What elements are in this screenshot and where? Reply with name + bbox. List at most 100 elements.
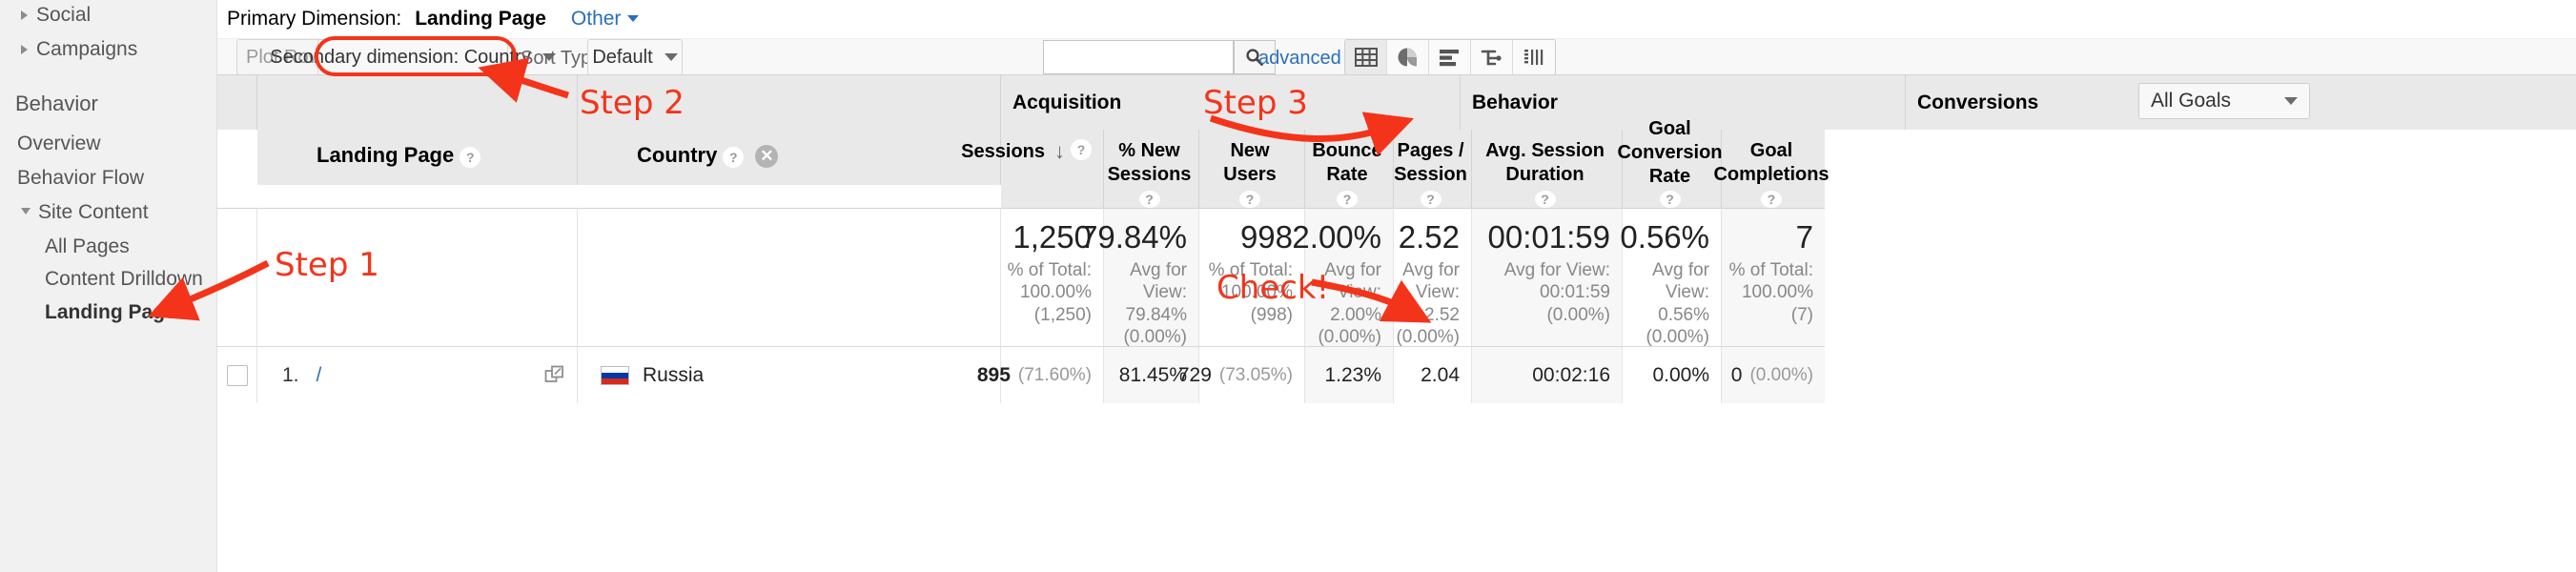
annotation-step-1: Step 1 [275,246,379,284]
pie-chart-view-icon[interactable] [1387,40,1429,74]
metric-header-new-users[interactable]: New Users ? [1199,130,1305,208]
dimension-header-landing-page[interactable]: Landing Page ? [257,74,578,185]
annotation-step-2: Step 2 [580,84,685,122]
open-in-new-icon[interactable] [544,365,565,386]
dimension-label: Landing Page [317,143,454,168]
metric-header-pages-per-session[interactable]: Pages / Session ? [1394,130,1472,208]
sidebar-item-all-pages[interactable]: All Pages [0,235,217,258]
help-icon[interactable]: ? [1239,191,1260,208]
metric-label: Avg. Session Duration [1485,139,1605,187]
sidebar-item-behavior-flow[interactable]: Behavior Flow [0,167,217,190]
goal-select[interactable]: All Goals [2138,83,2310,119]
help-icon[interactable]: ? [460,147,480,168]
other-label: Other [571,8,622,30]
cell-value: 1.23% [1324,364,1381,387]
help-icon[interactable]: ? [723,147,744,168]
remove-secondary-dimension-icon[interactable]: ✕ [755,145,778,168]
sidebar-item-label: Campaigns [36,38,137,61]
cell-value: 2.04 [1421,364,1460,387]
table-grid-icon [1354,46,1379,69]
sidebar-item-social[interactable]: Social [0,4,217,27]
row-new-users: 729 (73.05%) [1199,346,1305,403]
summary-value: 00:01:59 [1488,220,1610,255]
comparison-icon [1480,46,1504,69]
cell-value: 0.00% [1652,364,1709,387]
chevron-down-icon [627,15,639,22]
chevron-right-icon [21,10,28,20]
sidebar-item-label: All Pages [45,235,130,258]
primary-dimension-label: Primary Dimension: [227,8,401,31]
pie-chart-icon [1396,46,1421,69]
russia-flag-icon [601,366,629,385]
sidebar-item-landing-pages[interactable]: Landing Pages [0,301,217,324]
row-country-cell: Russia [578,346,1001,403]
group-label: Acquisition [1012,92,1121,114]
row-bounce-rate: 1.23% [1305,346,1394,403]
sidebar-item-label: Content Drilldown [45,268,203,291]
report-table: Landing Page ? Country ? ✕ Acquisition B… [217,74,2576,130]
summary-blank-select [217,208,257,346]
annotation-step-3: Step 3 [1203,84,1308,122]
row-index: 1. [282,364,299,387]
help-icon[interactable]: ? [1071,139,1092,160]
help-icon[interactable]: ? [1761,191,1782,208]
cell-value: 729 [1178,364,1212,387]
metric-label: Pages / Session [1394,139,1467,187]
sidebar-section-behavior: Behavior [0,92,217,116]
metric-label: Bounce Rate [1312,139,1381,187]
primary-dimension-other[interactable]: Other [571,8,640,31]
performance-bar-view-icon[interactable] [1429,40,1471,74]
help-icon[interactable]: ? [1421,191,1441,208]
metric-header-pct-new-sessions[interactable]: % New Sessions ? [1104,130,1199,208]
row-landing-page-cell: 1. / [257,346,578,403]
select-all-cell [217,74,257,130]
summary-value: 2.52 [1399,220,1460,255]
help-icon[interactable]: ? [1139,191,1160,208]
row-sessions: 895 (71.60%) [1001,346,1104,403]
row-goal-conversion-rate: 0.00% [1623,346,1722,403]
table-view-icon[interactable] [1345,40,1387,74]
sidebar-item-site-content[interactable]: Site Content [0,201,217,224]
advanced-link[interactable]: advanced [1258,48,1341,70]
goal-select-value: All Goals [2151,90,2231,112]
summary-value: 7 [1796,220,1813,255]
summary-goal-conversion-rate: 0.56% Avg for View: 0.56% (0.00%) [1623,208,1722,346]
sidebar-item-overview[interactable]: Overview [0,133,217,155]
table-metric-header-row: Sessions ↓ ? % New Sessions ? New Users … [1001,130,1825,208]
view-mode-group [1344,39,1556,75]
sidebar-item-label: Behavior Flow [17,167,144,190]
row-checkbox[interactable] [227,365,248,386]
cell-percent: (73.05%) [1219,365,1293,386]
row-landing-page-link[interactable]: / [317,364,322,387]
pivot-table-icon [1522,46,1546,69]
comparison-view-icon[interactable] [1471,40,1513,74]
primary-dimension-value[interactable]: Landing Page [415,8,546,31]
help-icon[interactable]: ? [1535,191,1556,208]
help-icon[interactable]: ? [1660,191,1681,208]
primary-dimension-bar: Primary Dimension: Landing Page Other [217,0,2576,38]
pivot-view-icon[interactable] [1513,40,1555,74]
search-input[interactable] [1043,40,1234,74]
table-row[interactable]: 1. / Russia 895 (71.60%) [217,346,2576,403]
sort-type-select[interactable]: Default [587,39,683,75]
sidebar-item-label: Site Content [38,201,149,224]
help-icon[interactable]: ? [1337,191,1358,208]
metric-header-bounce-rate[interactable]: Bounce Rate ? [1305,130,1394,208]
highlight-secondary-dimension [315,36,517,76]
sidebar-item-campaigns[interactable]: Campaigns [0,38,217,61]
metric-header-goal-conversion-rate[interactable]: Goal Conversion Rate ? [1623,130,1722,208]
summary-value: 2.00% [1292,220,1381,255]
sidebar-item-content-drilldown[interactable]: Content Drilldown [0,268,217,291]
summary-value: 79.84% [1080,220,1187,255]
metric-header-sessions[interactable]: Sessions ↓ ? [1001,130,1104,208]
sort-descending-icon: ↓ [1054,139,1065,164]
cell-value: 895 [977,364,1011,387]
row-checkbox-cell[interactable] [217,346,257,403]
table-group-header-row: Landing Page ? Country ? ✕ Acquisition B… [217,74,2576,130]
metric-header-goal-completions[interactable]: Goal Completions ? [1722,130,1825,208]
cell-percent: (0.00%) [1749,365,1813,386]
sidebar-item-label: Social [36,4,91,27]
metric-header-avg-session-duration[interactable]: Avg. Session Duration ? [1472,130,1623,208]
summary-subtext: Avg for View: 2.52 (0.00%) [1396,259,1460,348]
row-avg-session-duration: 00:02:16 [1472,346,1623,403]
